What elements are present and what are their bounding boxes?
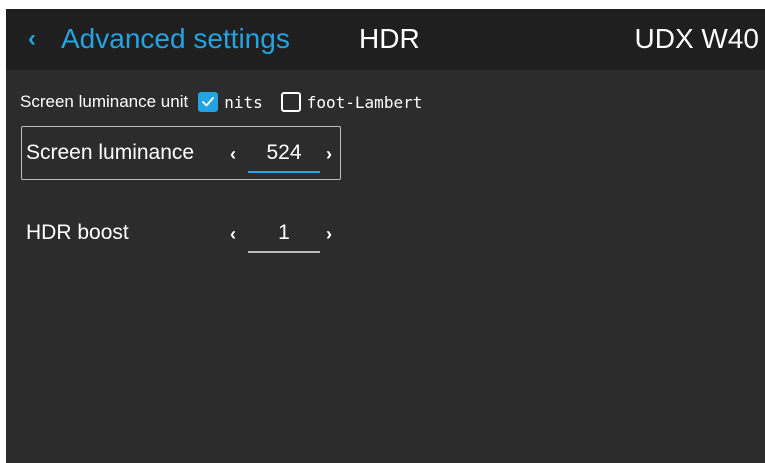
nits-checkbox[interactable] [198, 92, 219, 112]
hdr-boost-label: HDR boost [26, 221, 129, 244]
foot-lambert-checkbox[interactable] [280, 92, 301, 112]
hdr-boost-increase-icon[interactable]: › [326, 222, 332, 246]
screen-luminance-underline [248, 171, 320, 173]
screen-luminance-decrease-icon[interactable]: ‹ [230, 142, 236, 166]
hdr-boost-decrease-icon[interactable]: ‹ [230, 222, 236, 246]
screen-luminance-increase-icon[interactable]: › [326, 142, 332, 166]
device-name: UDX W40 [634, 23, 759, 54]
screen-luminance-label: Screen luminance [26, 141, 195, 164]
back-button-advanced-settings[interactable]: Advanced settings [61, 21, 290, 57]
foot-lambert-option-label[interactable]: foot-Lambert [307, 93, 423, 112]
luminance-unit-row: Screen luminance unit nits foot-Lambert [20, 89, 422, 115]
hdr-settings-screen: ‹ Advanced settings HDR UDX W40 Screen l… [6, 9, 765, 463]
back-chevron-icon[interactable]: ‹ [28, 24, 36, 54]
page-title: HDR [359, 23, 420, 54]
hdr-boost-underline [248, 251, 320, 253]
hdr-boost-value[interactable]: 1 [248, 219, 320, 247]
luminance-unit-label: Screen luminance unit [20, 92, 189, 111]
checkmark-icon [202, 97, 215, 107]
screen-luminance-value[interactable]: 524 [248, 139, 320, 167]
nits-option-label[interactable]: nits [224, 93, 263, 112]
header-bar: ‹ Advanced settings HDR UDX W40 [6, 9, 765, 70]
